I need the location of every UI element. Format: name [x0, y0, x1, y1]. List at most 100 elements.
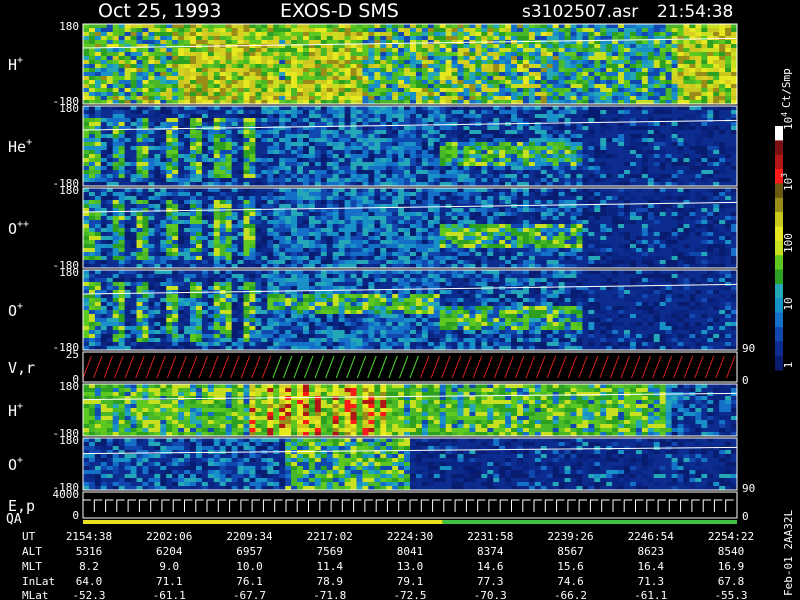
footer-cell: 16.9: [718, 560, 745, 573]
footer-cell: -72.5: [393, 589, 426, 600]
panel-label: O+: [8, 455, 23, 474]
colorbar-tick-label: 1: [782, 362, 795, 369]
footer-cell: 2254:22: [708, 530, 754, 543]
footer-cell: -70.3: [474, 589, 507, 600]
plot-time: 21:54:38: [657, 2, 733, 22]
right-axis-label: 90: [742, 342, 755, 355]
right-axis-label: 0: [742, 510, 749, 523]
footer-cell: 77.3: [477, 575, 504, 588]
panel-cells: [83, 106, 738, 187]
footer-cell: -66.2: [554, 589, 587, 600]
colorbar-tick-label: 10: [782, 297, 795, 310]
footer-cell: 8623: [638, 545, 665, 558]
footer-cell: 8540: [718, 545, 745, 558]
panel-oplus-top: O+180-180 90: [8, 266, 755, 355]
panel-label-sup: ++: [17, 219, 29, 230]
panels-layer: H+180-180He+180-180O++180-180O+180-180 90…: [8, 20, 755, 524]
colorbar-swatch: [775, 341, 783, 357]
footer-cell: 2239:26: [547, 530, 593, 543]
colorbar-swatch: [775, 269, 783, 285]
y-top-label: 180: [59, 434, 79, 447]
panel-cells: [83, 384, 738, 437]
panel-label: H+: [8, 401, 23, 420]
y-top-label: 4000: [53, 488, 80, 501]
y-top-label: 180: [59, 102, 79, 115]
panel-cells: [83, 438, 738, 491]
footer-cell: 6957: [236, 545, 263, 558]
panel-label: V,r: [8, 359, 35, 377]
footer-cell: 78.9: [317, 575, 344, 588]
footer-row-label: MLat: [22, 589, 49, 600]
footer-cell: 8374: [477, 545, 504, 558]
y-top-label: 180: [59, 266, 79, 279]
footer-cell: 8567: [557, 545, 584, 558]
y-top-label: 25: [66, 348, 79, 361]
panel-oplus-bot: O+180-180 90: [8, 434, 755, 495]
colorbar-swatch: [775, 197, 783, 213]
panel-cells: [83, 270, 738, 351]
panel-label: O++: [8, 219, 29, 238]
footer-cell: 2217:02: [307, 530, 353, 543]
y-top-label: 180: [59, 184, 79, 197]
colorbar-tick-label: 104: [780, 112, 795, 130]
colorbar: 104 103 100 10 1: [775, 112, 795, 371]
panel-label-sup: +: [26, 137, 32, 148]
panel-label-sup: +: [17, 401, 23, 412]
footer-cell: -52.3: [72, 589, 105, 600]
plot-file: s3102507.asr: [522, 2, 638, 22]
panel-ep: E,p40000 0: [8, 488, 749, 524]
footer-cell: 2231:58: [467, 530, 513, 543]
panel-label-sup: +: [17, 455, 23, 466]
footer-cell: 74.6: [557, 575, 584, 588]
footer-cell: 76.1: [236, 575, 263, 588]
footer-row-label: MLT: [22, 560, 42, 573]
plot-mission: EXOS-D SMS: [280, 0, 399, 22]
panel-vr: V,r250 0: [8, 348, 749, 387]
footer-cell: 7569: [317, 545, 344, 558]
footer-cell: -61.1: [634, 589, 667, 600]
panel-hplus-bot: H+180-180: [8, 380, 738, 440]
footer-cell: 2154:38: [66, 530, 112, 543]
footer-cell: 2224:30: [387, 530, 433, 543]
plot-date: Oct 25, 1993: [98, 0, 222, 22]
colorbar-tick-label: 100: [782, 233, 795, 253]
footer-row-label: InLat: [22, 575, 55, 588]
panel-label: O+: [8, 301, 23, 320]
colorbar-tick-label: 103: [780, 173, 795, 191]
panel-label-sup: +: [17, 301, 23, 312]
footer-cell: 2209:34: [226, 530, 273, 543]
footer-cell: -61.1: [153, 589, 186, 600]
panel-cells: [83, 188, 738, 269]
colorbar-swatch: [775, 283, 783, 299]
footer-cell: 71.3: [638, 575, 665, 588]
panel-oplusplus: O++180-180: [8, 184, 738, 272]
colorbar-swatch: [775, 140, 783, 156]
footer-row-label: ALT: [22, 545, 42, 558]
footer-cell: 2246:54: [628, 530, 675, 543]
colorbar-unit: Ct/Smp: [780, 68, 793, 108]
footer-cell: 79.1: [397, 575, 424, 588]
right-axis-label: 0: [742, 374, 749, 387]
footer-side-label: Feb-01 2AA32L: [782, 510, 795, 596]
colorbar-swatch: [775, 212, 783, 227]
y-top-label: 180: [59, 20, 79, 33]
panel-cells: [83, 24, 738, 105]
footer-cell: 64.0: [76, 575, 103, 588]
qa-label: QA: [6, 512, 22, 527]
colorbar-swatch: [775, 312, 783, 328]
footer-cell: 11.4: [317, 560, 344, 573]
footer-cell: -67.7: [233, 589, 266, 600]
footer-cell: 9.0: [159, 560, 179, 573]
spectrogram-figure: Oct 25, 1993 EXOS-D SMS s3102507.asr 21:…: [6, 0, 795, 600]
panel-hplus-top: H+180-180: [8, 20, 738, 108]
qa-bar-yellow: [83, 520, 443, 524]
footer-cell: -71.8: [313, 589, 346, 600]
y-bottom-label: 0: [72, 509, 79, 522]
footer-cell: 13.0: [397, 560, 424, 573]
footer-cell: 6204: [156, 545, 183, 558]
exos-d-sms-plot: Oct 25, 1993 EXOS-D SMS s3102507.asr 21:…: [0, 0, 800, 600]
colorbar-swatch: [775, 154, 783, 170]
footer-cell: 67.8: [718, 575, 745, 588]
panel-label: H+: [8, 55, 23, 74]
footer-cell: 10.0: [236, 560, 263, 573]
